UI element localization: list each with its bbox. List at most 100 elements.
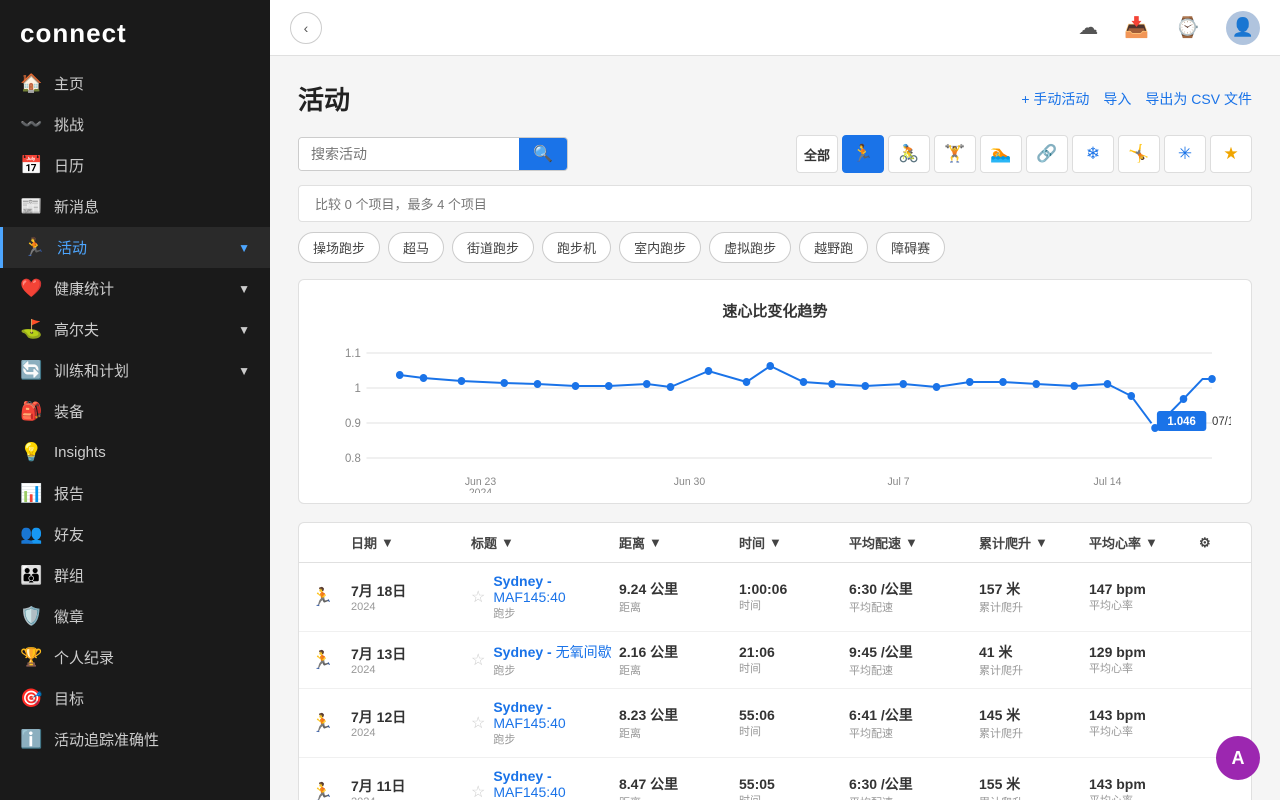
sidebar-item-insights[interactable]: 💡 Insights bbox=[0, 432, 270, 473]
star-icon[interactable]: ☆ bbox=[471, 713, 485, 733]
row-date: 7月 13日 2024 bbox=[351, 644, 471, 676]
filter-row: 🔍 全部 🏃 🚴 🏋 🏊 🔗 ❄ 🤸 ✳ ★ bbox=[298, 135, 1252, 173]
row-activity-icon: 🏃 bbox=[311, 650, 351, 671]
col-date-header[interactable]: 日期 ▼ bbox=[351, 533, 471, 552]
row-activity-icon: 🏃 bbox=[311, 587, 351, 608]
chevron-down-icon: ▼ bbox=[238, 282, 250, 296]
svg-text:Jul 7: Jul 7 bbox=[887, 476, 909, 488]
subtype-obstacle-button[interactable]: 障碍赛 bbox=[876, 232, 945, 263]
row-distance: 9.24 公里 距离 bbox=[619, 579, 739, 615]
filter-all-button[interactable]: 全部 bbox=[796, 135, 838, 173]
row-activity-icon: 🏃 bbox=[311, 713, 351, 734]
tracking-icon: ℹ️ bbox=[20, 729, 42, 750]
table-header: 日期 ▼ 标题 ▼ 距离 ▼ 时间 ▼ 平均配速 ▼ 累计爬升 ▼ 平均心率 ▼… bbox=[299, 523, 1251, 563]
sidebar-item-label: Insights bbox=[54, 444, 106, 461]
pace-ratio-chart: 1.1 1 0.9 0.8 Jun 23 2024 Jun 30 Jul 7 J… bbox=[319, 333, 1231, 493]
row-title: ☆ Sydney - MAF145:40 跑步 bbox=[471, 699, 619, 747]
sidebar-item-tracking[interactable]: ℹ️ 活动追踪准确性 bbox=[0, 719, 270, 760]
back-button[interactable]: ‹ bbox=[290, 12, 322, 44]
sidebar-item-label: 训练和计划 bbox=[54, 360, 129, 381]
sidebar-item-label: 挑战 bbox=[54, 114, 84, 135]
col-title-header[interactable]: 标题 ▼ bbox=[471, 533, 619, 552]
sidebar-item-goals[interactable]: 🎯 目标 bbox=[0, 678, 270, 719]
subtype-treadmill-button[interactable]: 跑步机 bbox=[542, 232, 611, 263]
subtype-trail-button[interactable]: 越野跑 bbox=[799, 232, 868, 263]
col-icon bbox=[311, 533, 351, 552]
sidebar-item-golf[interactable]: ⛳ 高尔夫 ▼ bbox=[0, 309, 270, 350]
sidebar-item-label: 报告 bbox=[54, 483, 84, 504]
cloud-upload-icon[interactable]: ☁ bbox=[1078, 15, 1098, 40]
subtype-ultra-button[interactable]: 超马 bbox=[388, 232, 444, 263]
subtype-virtual-button[interactable]: 虚拟跑步 bbox=[709, 232, 791, 263]
subtype-street-button[interactable]: 街道跑步 bbox=[452, 232, 534, 263]
sidebar-item-friends[interactable]: 👥 好友 bbox=[0, 514, 270, 555]
insights-icon: 💡 bbox=[20, 442, 42, 463]
sidebar-item-label: 好友 bbox=[54, 524, 84, 545]
accessibility-button[interactable]: A bbox=[1216, 736, 1260, 780]
sidebar-item-news[interactable]: 📰 新消息 bbox=[0, 186, 270, 227]
row-title: ☆ Sydney - MAF145:40 跑步 bbox=[471, 768, 619, 800]
challenges-icon: 〰️ bbox=[20, 114, 42, 135]
sidebar-item-groups[interactable]: 👪 群组 bbox=[0, 555, 270, 596]
svg-text:07/12: 07/12 bbox=[1212, 415, 1231, 428]
export-csv-button[interactable]: 导出为 CSV 文件 bbox=[1145, 89, 1252, 109]
sidebar-item-home[interactable]: 🏠 主页 bbox=[0, 63, 270, 104]
home-icon: 🏠 bbox=[20, 73, 42, 94]
sidebar-item-records[interactable]: 🏆 个人纪录 bbox=[0, 637, 270, 678]
star-icon[interactable]: ☆ bbox=[471, 782, 485, 800]
row-elevation: 155 米 累计爬升 bbox=[979, 774, 1089, 800]
search-input[interactable] bbox=[299, 138, 519, 170]
sidebar-item-label: 装备 bbox=[54, 401, 84, 422]
col-hr-header[interactable]: 平均心率 ▼ bbox=[1089, 533, 1199, 552]
filter-run-button[interactable]: 🏃 bbox=[842, 135, 884, 173]
star-icon[interactable]: ☆ bbox=[471, 587, 485, 607]
sidebar-item-badges[interactable]: 🛡️ 徽章 bbox=[0, 596, 270, 637]
sidebar-item-reports[interactable]: 📊 报告 bbox=[0, 473, 270, 514]
col-distance-header[interactable]: 距离 ▼ bbox=[619, 533, 739, 552]
page-content: 活动 + 手动活动 导入 导出为 CSV 文件 🔍 全部 🏃 🚴 🏋 🏊 🔗 ❄ bbox=[270, 56, 1280, 800]
sidebar-item-health[interactable]: ❤️ 健康统计 ▼ bbox=[0, 268, 270, 309]
inbox-icon[interactable]: 📥 bbox=[1124, 15, 1149, 40]
add-manual-activity-button[interactable]: + 手动活动 bbox=[1021, 89, 1089, 109]
svg-text:1.046: 1.046 bbox=[1167, 415, 1196, 428]
row-distance: 2.16 公里 距离 bbox=[619, 642, 739, 678]
filter-rope-button[interactable]: 🔗 bbox=[1026, 135, 1068, 173]
svg-text:Jul 14: Jul 14 bbox=[1094, 476, 1122, 488]
search-container: 🔍 bbox=[298, 137, 568, 171]
row-elevation: 41 米 累计爬升 bbox=[979, 642, 1089, 678]
filter-swim-button[interactable]: 🏊 bbox=[980, 135, 1022, 173]
col-time-header[interactable]: 时间 ▼ bbox=[739, 533, 849, 552]
filter-snow-button[interactable]: ❄ bbox=[1072, 135, 1114, 173]
star-icon[interactable]: ☆ bbox=[471, 650, 485, 670]
sidebar-item-activities[interactable]: 🏃 活动 ▼ bbox=[0, 227, 270, 268]
col-pace-header[interactable]: 平均配速 ▼ bbox=[849, 533, 979, 552]
sidebar-item-training[interactable]: 🔄 训练和计划 ▼ bbox=[0, 350, 270, 391]
sidebar-item-calendar[interactable]: 📅 日历 bbox=[0, 145, 270, 186]
page-header: 活动 + 手动活动 导入 导出为 CSV 文件 bbox=[298, 80, 1252, 117]
col-settings-header[interactable]: ⚙ bbox=[1199, 533, 1239, 552]
filter-starred-button[interactable]: ★ bbox=[1210, 135, 1252, 173]
row-time: 21:06 时间 bbox=[739, 644, 849, 676]
user-avatar[interactable]: 👤 bbox=[1226, 11, 1260, 45]
filter-yoga-button[interactable]: 🤸 bbox=[1118, 135, 1160, 173]
row-time: 1:00:06 时间 bbox=[739, 581, 849, 613]
import-button[interactable]: 导入 bbox=[1103, 89, 1131, 109]
sidebar-item-label: 目标 bbox=[54, 688, 84, 709]
sidebar-item-gear[interactable]: 🎒 装备 bbox=[0, 391, 270, 432]
activities-icon: 🏃 bbox=[23, 237, 45, 258]
sidebar-item-challenges[interactable]: 〰️ 挑战 bbox=[0, 104, 270, 145]
row-pace: 6:41 /公里 平均配速 bbox=[849, 705, 979, 741]
filter-strength-button[interactable]: 🏋 bbox=[934, 135, 976, 173]
filter-bike-button[interactable]: 🚴 bbox=[888, 135, 930, 173]
sidebar-item-label: 群组 bbox=[54, 565, 84, 586]
svg-text:1: 1 bbox=[354, 382, 360, 395]
filter-other-button[interactable]: ✳ bbox=[1164, 135, 1206, 173]
row-title: ☆ Sydney - 无氧间歇 跑步 bbox=[471, 642, 619, 678]
row-activity-icon: 🏃 bbox=[311, 782, 351, 800]
subtype-indoor-button[interactable]: 室内跑步 bbox=[619, 232, 701, 263]
search-button[interactable]: 🔍 bbox=[519, 138, 567, 170]
watch-icon[interactable]: ⌚ bbox=[1175, 15, 1200, 40]
sidebar-item-label: 高尔夫 bbox=[54, 319, 99, 340]
col-elevation-header[interactable]: 累计爬升 ▼ bbox=[979, 533, 1089, 552]
subtype-track-button[interactable]: 操场跑步 bbox=[298, 232, 380, 263]
